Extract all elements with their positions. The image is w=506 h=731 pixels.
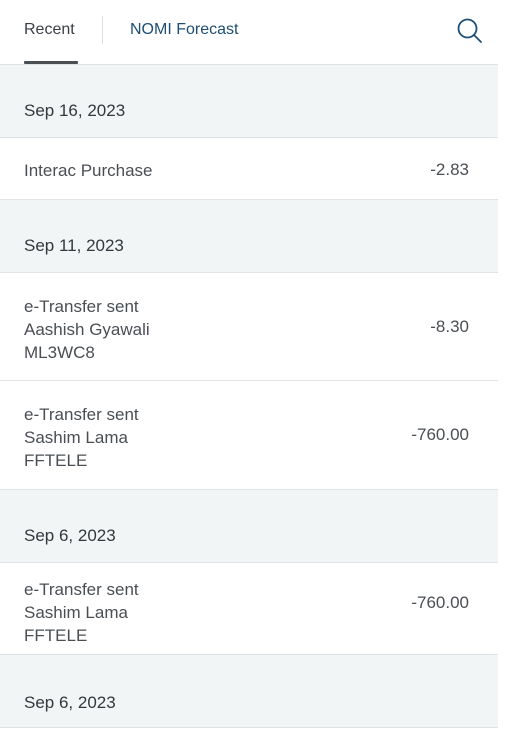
- transaction-row[interactable]: e-Transfer sent Sashim Lama FFTELE -760.…: [0, 381, 498, 490]
- date-header: Sep 11, 2023: [0, 200, 498, 273]
- transaction-description: Interac Purchase: [24, 159, 153, 182]
- transactions-page: Recent NOMI Forecast Sep 16, 2023 Intera…: [0, 0, 506, 731]
- date-label: Sep 6, 2023: [24, 526, 116, 545]
- transaction-reference: FFTELE: [24, 626, 88, 645]
- date-label: Sep 6, 2023: [24, 693, 116, 712]
- transaction-amount: -760.00: [411, 593, 469, 612]
- transaction-recipient: Sashim Lama: [24, 428, 128, 447]
- transaction-type: e-Transfer sent: [24, 405, 139, 424]
- transaction-description: e-Transfer sent Sashim Lama FFTELE: [24, 403, 139, 472]
- transaction-type: Interac Purchase: [24, 161, 153, 180]
- date-label: Sep 16, 2023: [24, 101, 126, 120]
- transaction-type: e-Transfer sent: [24, 580, 139, 599]
- active-tab-indicator: [24, 61, 78, 64]
- transaction-recipient: Aashish Gyawali: [24, 320, 150, 339]
- date-header: Sep 6, 2023: [0, 655, 498, 728]
- transaction-type: e-Transfer sent: [24, 297, 139, 316]
- transaction-recipient: Sashim Lama: [24, 603, 128, 622]
- date-header: Sep 6, 2023: [0, 490, 498, 563]
- transaction-reference: ML3WC8: [24, 343, 95, 362]
- tab-bar: Recent NOMI Forecast: [0, 0, 498, 65]
- transaction-list: Sep 16, 2023 Interac Purchase -2.83 Sep …: [0, 65, 506, 728]
- transaction-description: e-Transfer sent Aashish Gyawali ML3WC8: [24, 295, 150, 364]
- tab-divider: [102, 16, 103, 44]
- transaction-description: e-Transfer sent Sashim Lama FFTELE: [24, 578, 139, 647]
- transaction-row[interactable]: Interac Purchase -2.83: [0, 138, 498, 200]
- search-button[interactable]: [456, 17, 484, 45]
- transaction-row[interactable]: e-Transfer sent Sashim Lama FFTELE -760.…: [0, 563, 498, 655]
- date-header: Sep 16, 2023: [0, 65, 498, 138]
- transaction-amount: -2.83: [430, 160, 469, 179]
- tab-nomi-forecast[interactable]: NOMI Forecast: [130, 20, 238, 40]
- transaction-row[interactable]: e-Transfer sent Aashish Gyawali ML3WC8 -…: [0, 273, 498, 381]
- transaction-amount: -760.00: [411, 425, 469, 444]
- tab-recent[interactable]: Recent: [24, 20, 75, 40]
- transaction-amount: -8.30: [430, 317, 469, 336]
- transaction-reference: FFTELE: [24, 451, 88, 470]
- search-icon: [457, 18, 482, 43]
- date-label: Sep 11, 2023: [24, 236, 124, 255]
